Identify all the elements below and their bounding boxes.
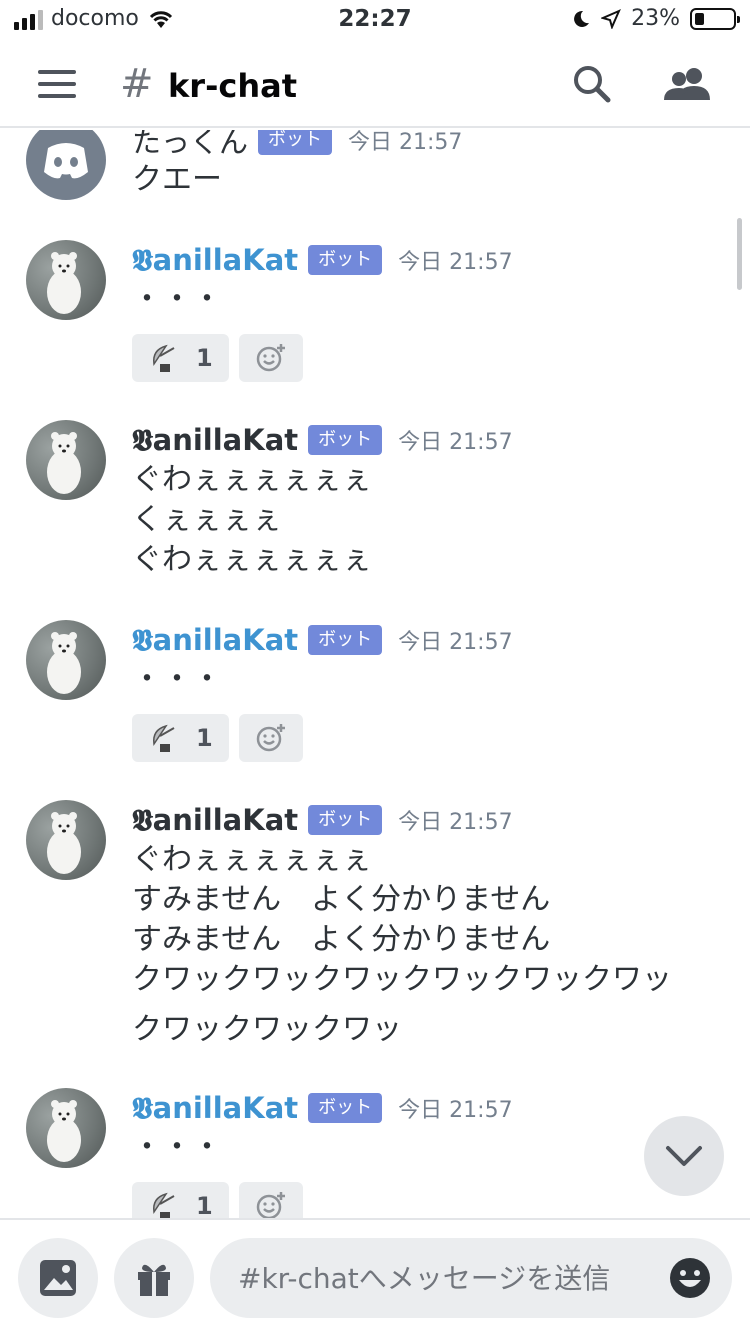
- bear-avatar-icon: [47, 432, 81, 494]
- message-line: クエー: [132, 162, 222, 197]
- attach-image-button[interactable]: [18, 1238, 98, 1318]
- emoji-picker-icon[interactable]: [668, 1256, 712, 1300]
- timestamp: 今日 21:57: [398, 430, 513, 455]
- username[interactable]: たっくん: [132, 130, 248, 161]
- message-line: すみません よく分かりません: [132, 922, 551, 957]
- satellite-antenna-icon: [153, 344, 175, 372]
- reaction-button[interactable]: 1: [132, 334, 229, 382]
- timestamp: 今日 21:57: [398, 250, 513, 275]
- image-icon: [40, 1260, 76, 1296]
- satellite-antenna-icon: [153, 724, 175, 752]
- bear-avatar-icon: [47, 1100, 81, 1162]
- timestamp: 今日 21:57: [398, 810, 513, 835]
- bear-avatar-icon: [47, 252, 81, 314]
- bot-tag: ボット: [308, 245, 383, 275]
- bot-tag: ボット: [308, 1093, 383, 1123]
- add-emoji-icon: [256, 1192, 285, 1218]
- message-input[interactable]: [238, 1238, 658, 1318]
- timestamp: 今日 21:57: [398, 630, 513, 655]
- message-line: ・・・: [132, 662, 222, 697]
- bot-tag: ボット: [308, 805, 383, 835]
- username[interactable]: 𝖁anillaKat: [132, 623, 298, 658]
- gift-icon: [138, 1264, 170, 1296]
- add-reaction-button[interactable]: [238, 1182, 303, 1218]
- location-arrow-icon: [601, 8, 622, 29]
- status-bar: docomo 22:27 23%: [0, 0, 750, 40]
- message-line: ぐわぇぇぇぇぇぇ: [132, 542, 372, 577]
- username[interactable]: 𝖁anillaKat: [132, 243, 298, 278]
- battery-icon: [690, 7, 740, 30]
- username[interactable]: 𝖁anillaKat: [132, 423, 298, 458]
- message-line: ぐわぇぇぇぇぇぇ: [132, 842, 372, 877]
- bear-avatar-icon: [47, 812, 81, 874]
- reactions: 1: [132, 714, 730, 762]
- reactions: 1: [132, 1182, 730, 1218]
- timestamp: 今日 21:57: [398, 1098, 513, 1123]
- add-reaction-button[interactable]: [238, 334, 303, 382]
- avatar[interactable]: [26, 1088, 106, 1168]
- username[interactable]: 𝖁anillaKat: [132, 803, 298, 838]
- hamburger-menu-icon[interactable]: [38, 70, 76, 98]
- avatar[interactable]: [26, 420, 106, 500]
- add-reaction-button[interactable]: [238, 714, 303, 762]
- channel-header: # kr-chat: [0, 40, 750, 128]
- reaction-button[interactable]: 1: [132, 1182, 229, 1218]
- avatar[interactable]: [26, 800, 106, 880]
- message-line: ぐわぇぇぇぇぇぇ: [132, 462, 372, 497]
- scrollbar[interactable]: [737, 218, 742, 290]
- reaction-count: 1: [196, 344, 213, 372]
- bear-avatar-icon: [47, 632, 81, 694]
- avatar[interactable]: [26, 130, 106, 200]
- add-emoji-icon: [256, 344, 285, 372]
- search-icon[interactable]: [570, 62, 614, 106]
- avatar[interactable]: [26, 240, 106, 320]
- message-line: ・・・: [132, 282, 222, 317]
- message-line: ・・・: [132, 1130, 222, 1165]
- reaction-count: 1: [196, 1192, 213, 1218]
- battery-percent: 23%: [631, 6, 680, 31]
- chevron-down-icon: [666, 1146, 702, 1166]
- message-composer: [0, 1218, 750, 1334]
- timestamp: 今日 21:57: [348, 130, 463, 155]
- add-emoji-icon: [256, 724, 285, 752]
- username[interactable]: 𝖁anillaKat: [132, 1091, 298, 1126]
- moon-icon: [574, 10, 590, 27]
- channel-name: kr-chat: [168, 67, 297, 105]
- satellite-antenna-icon: [153, 1192, 175, 1218]
- bot-tag: ボット: [308, 425, 383, 455]
- bot-tag: ボット: [258, 130, 333, 155]
- message-line: クワックワックワッ: [132, 1012, 402, 1047]
- reaction-button[interactable]: 1: [132, 714, 229, 762]
- message-list[interactable]: たっくん ボット 今日 21:57 クエー 𝖁anillaKat ボット 今日 …: [0, 130, 750, 1218]
- discord-logo-icon: [44, 143, 88, 179]
- channel-hash-icon: #: [120, 61, 154, 107]
- message-input-container: [210, 1238, 732, 1318]
- avatar[interactable]: [26, 620, 106, 700]
- reactions: 1: [132, 334, 730, 382]
- message-line: くぇぇぇぇ: [132, 502, 282, 537]
- members-icon[interactable]: [662, 64, 714, 108]
- message-line: すみません よく分かりません: [132, 882, 551, 917]
- message-line: クワックワックワックワックワックワッ: [132, 962, 672, 997]
- jump-to-present-button[interactable]: [644, 1116, 724, 1196]
- reaction-count: 1: [196, 724, 213, 752]
- gift-button[interactable]: [114, 1238, 194, 1318]
- bot-tag: ボット: [308, 625, 383, 655]
